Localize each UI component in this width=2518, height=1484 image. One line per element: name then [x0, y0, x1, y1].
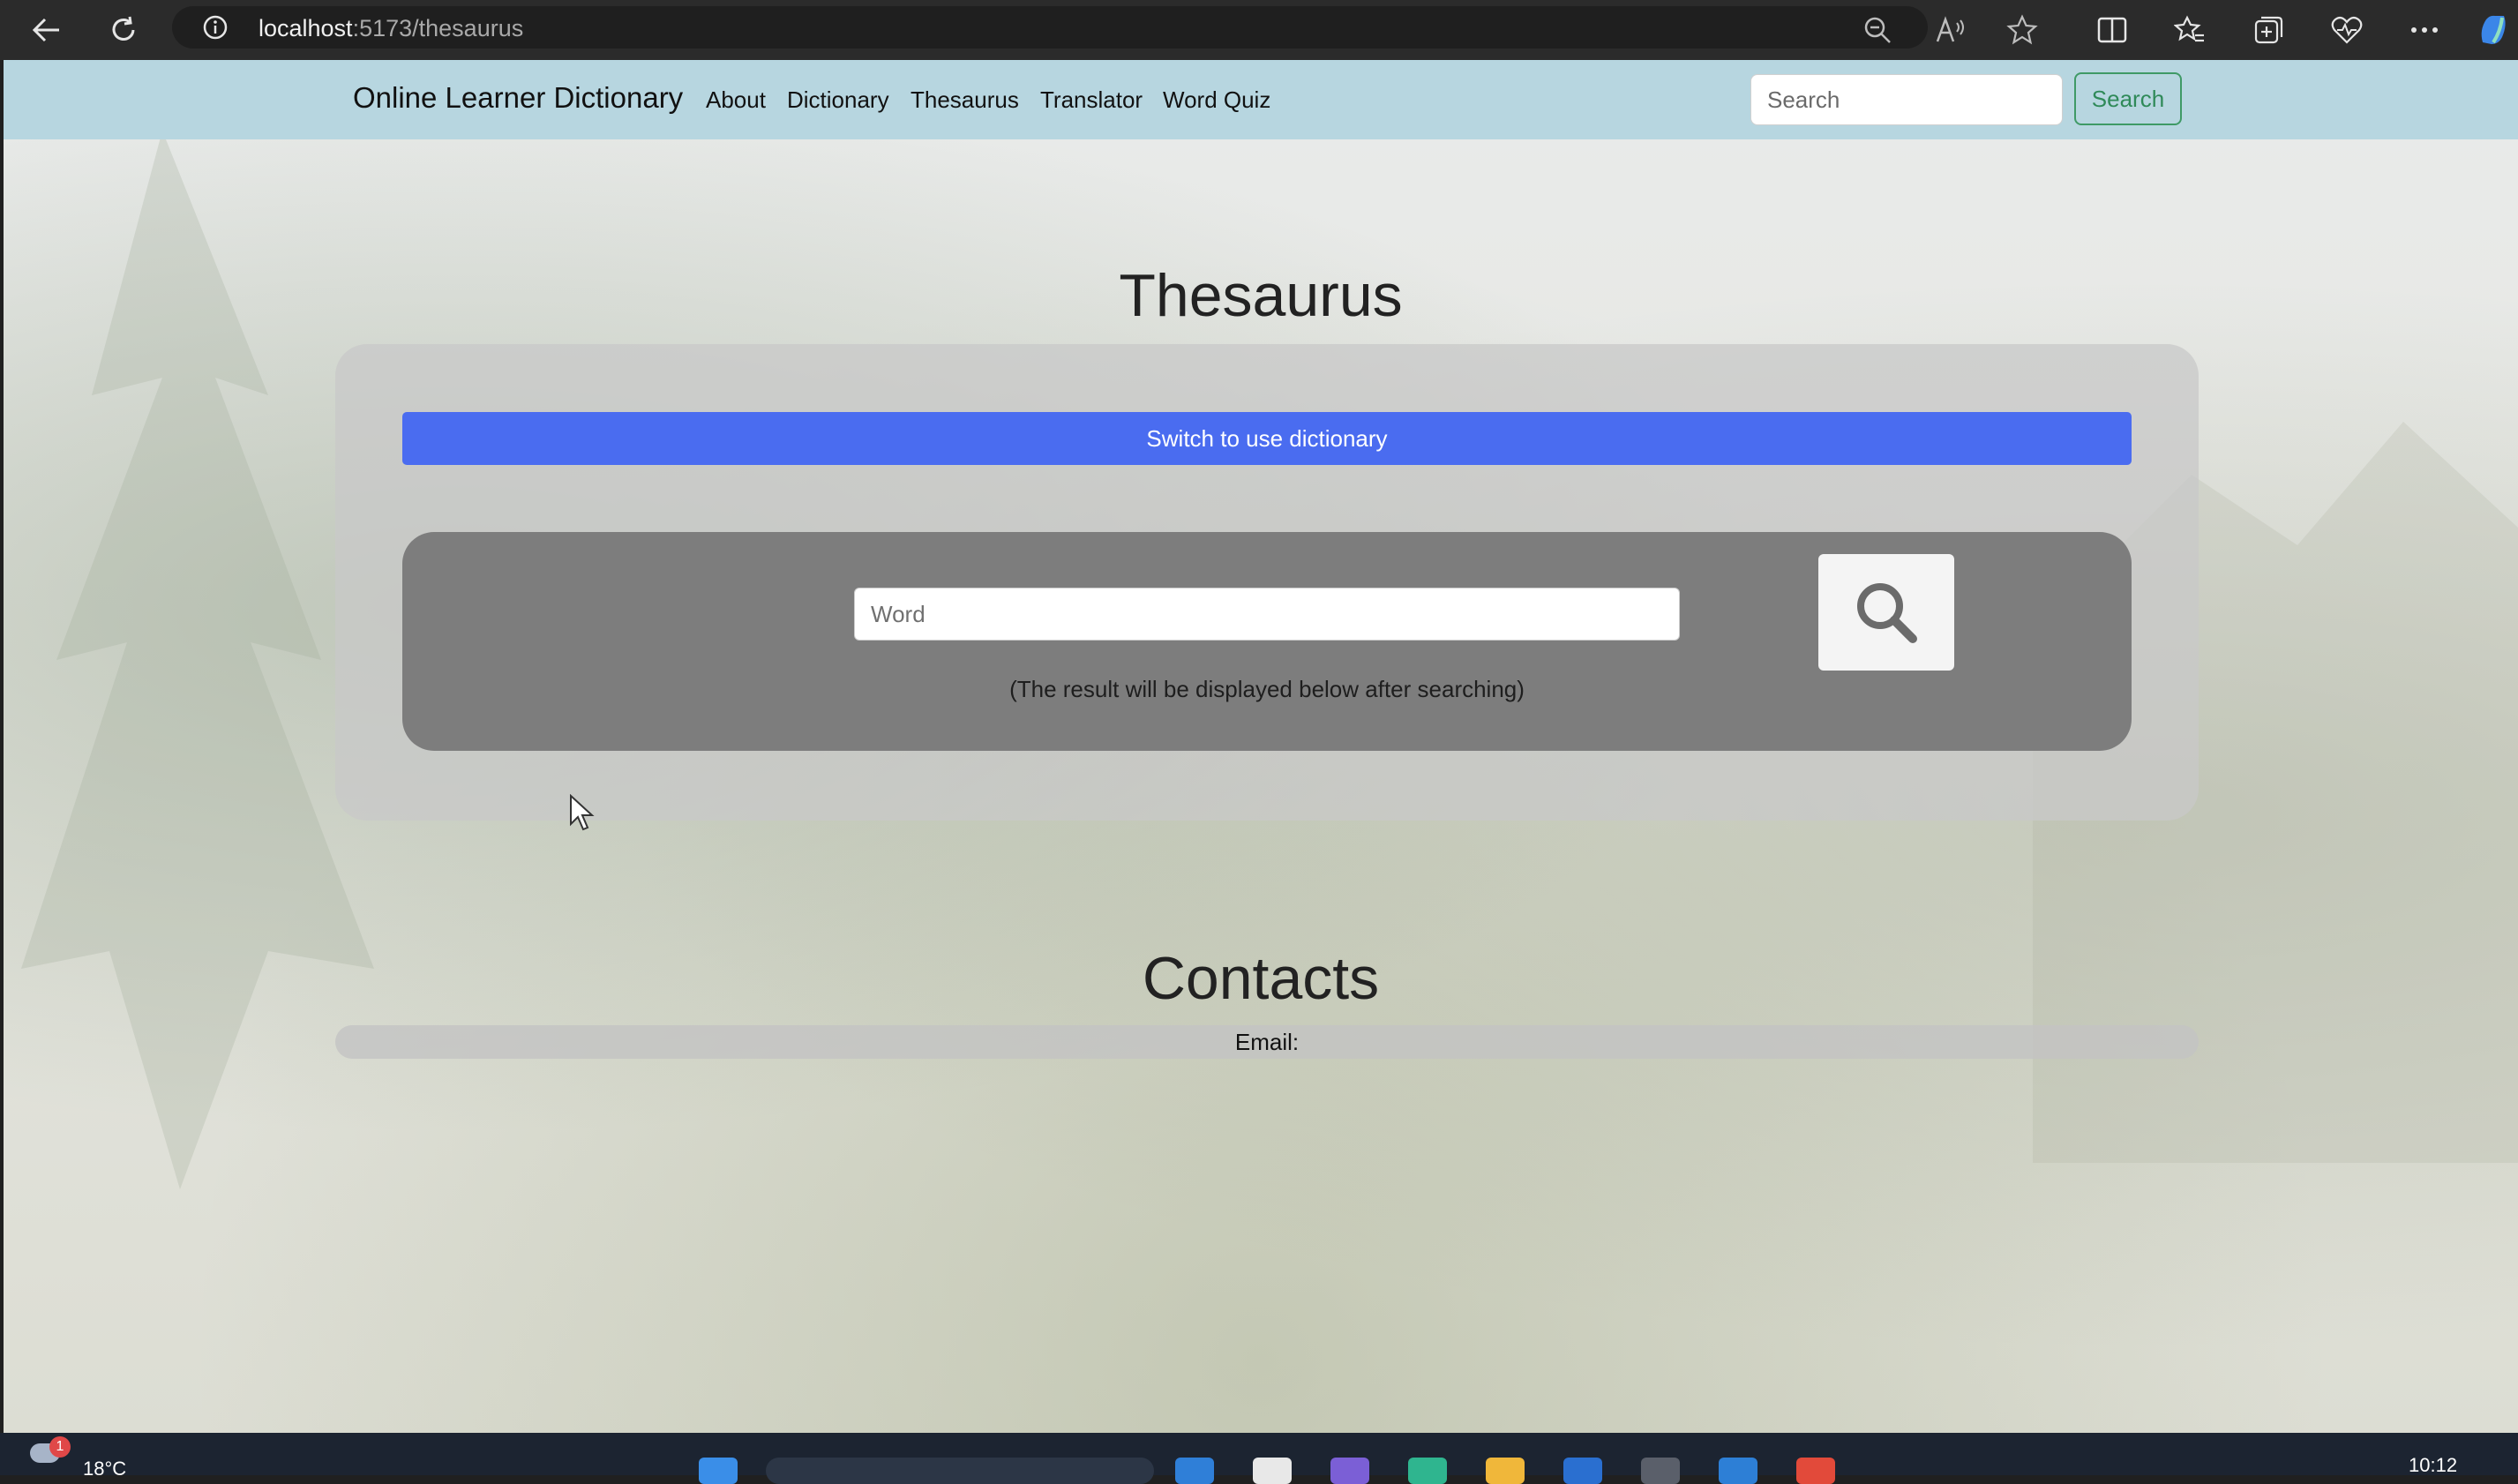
contacts-title: Contacts — [1142, 945, 1380, 1012]
result-hint: (The result will be displayed below afte… — [1009, 676, 1525, 702]
nav-link-about[interactable]: About — [706, 86, 766, 114]
contacts-bar: Email: — [335, 1025, 2199, 1059]
page-viewport: Online Learner Dictionary About Dictiona… — [4, 60, 2518, 1433]
reload-button[interactable] — [104, 11, 143, 49]
word-search-panel: (The result will be displayed below afte… — [402, 532, 2132, 751]
url-host: localhost — [259, 15, 353, 41]
os-taskbar: 1 18°C 10:12 — [0, 1433, 2518, 1484]
email-label: Email: — [1234, 1029, 1300, 1055]
edge-browser-icon[interactable] — [1408, 1458, 1447, 1484]
word-input[interactable] — [854, 588, 1680, 641]
more-options-icon[interactable] — [2407, 12, 2442, 48]
switch-to-dictionary-button[interactable]: Switch to use dictionary — [402, 412, 2132, 465]
nav-link-dictionary[interactable]: Dictionary — [787, 86, 889, 114]
vscode-icon[interactable] — [1719, 1458, 1757, 1484]
taskbar-search-box[interactable] — [766, 1458, 1154, 1484]
search-icon — [1857, 583, 1917, 643]
favorites-icon[interactable] — [2172, 12, 2207, 48]
page-title: Thesaurus — [1119, 262, 1403, 329]
app-icon-4[interactable] — [1641, 1458, 1680, 1484]
top-navbar: Online Learner Dictionary About Dictiona… — [4, 60, 2518, 139]
word-search-button[interactable] — [1818, 554, 1954, 671]
browser-toolbar: localhost:5173/thesaurus — [0, 0, 2518, 60]
zoom-out-icon[interactable] — [1860, 12, 1895, 48]
file-explorer-icon[interactable] — [1486, 1458, 1525, 1484]
back-button[interactable] — [26, 11, 65, 49]
back-arrow-icon — [32, 18, 59, 42]
browser-essentials-icon[interactable] — [2329, 12, 2364, 48]
site-info-icon[interactable] — [202, 14, 229, 41]
temperature: 18°C — [83, 1458, 127, 1480]
favorite-star-icon[interactable] — [2005, 12, 2040, 48]
nav-link-word-quiz[interactable]: Word Quiz — [1163, 86, 1270, 114]
start-icon[interactable] — [699, 1458, 738, 1484]
thesaurus-card: Switch to use dictionary (The result wil… — [335, 344, 2199, 821]
nav-link-translator[interactable]: Translator — [1040, 86, 1143, 114]
read-aloud-icon[interactable] — [1932, 12, 1967, 48]
copilot-icon[interactable] — [2476, 12, 2511, 48]
weather-badge: 1 — [49, 1436, 71, 1458]
url-text: localhost:5173/thesaurus — [259, 15, 523, 42]
store-icon[interactable] — [1563, 1458, 1602, 1484]
mouse-cursor-icon — [570, 794, 595, 831]
brand-link[interactable]: Online Learner Dictionary — [353, 81, 683, 115]
nav-link-thesaurus[interactable]: Thesaurus — [911, 86, 1019, 114]
app-icon-1[interactable] — [1175, 1458, 1214, 1484]
taskbar-clock: 10:12 — [2409, 1454, 2458, 1476]
address-bar[interactable]: localhost:5173/thesaurus — [172, 6, 1928, 49]
url-path: :5173/thesaurus — [352, 15, 524, 41]
chrome-icon[interactable] — [1796, 1458, 1835, 1484]
reload-icon — [112, 16, 135, 41]
app-icon-2[interactable] — [1253, 1458, 1292, 1484]
navbar-search-button[interactable]: Search — [2074, 72, 2182, 125]
app-icon-3[interactable] — [1330, 1458, 1369, 1484]
collections-icon[interactable] — [2252, 12, 2287, 48]
split-screen-icon[interactable] — [2095, 12, 2130, 48]
navbar-search-input[interactable] — [1750, 74, 2063, 125]
